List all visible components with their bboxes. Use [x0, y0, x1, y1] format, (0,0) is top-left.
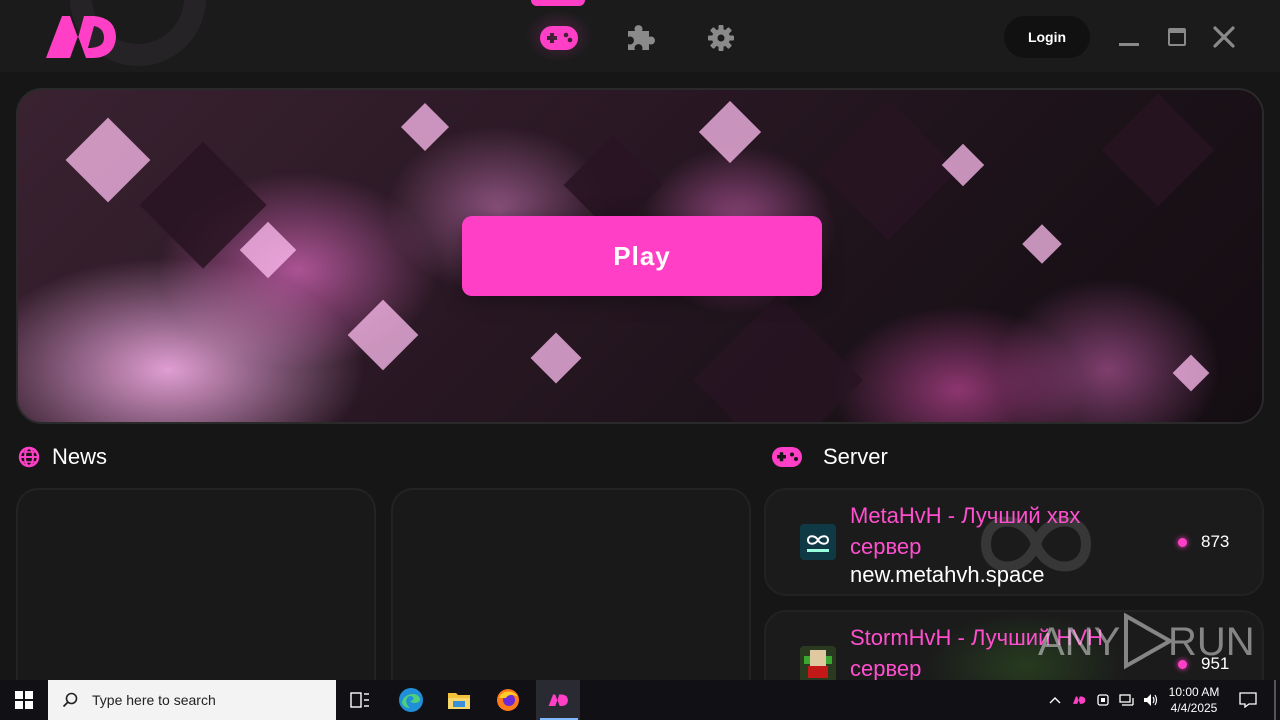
folder-icon: [448, 693, 470, 709]
banner-art-shard: [698, 100, 762, 164]
clock-date: 4/4/2025: [1170, 701, 1218, 715]
server-name: MetaHvH - Лучший хвх сервер: [850, 503, 1081, 559]
metahvh-logo-icon: [800, 524, 836, 560]
taskbar-launcher-app[interactable]: [536, 680, 580, 720]
banner-art-shard: [1022, 224, 1062, 264]
banner-art-shard: [347, 299, 419, 371]
tray-network[interactable]: [1116, 680, 1138, 720]
tray-device[interactable]: [1092, 680, 1114, 720]
search-icon: [62, 692, 78, 708]
server-address: new.metahvh.space: [850, 562, 1045, 587]
top-bar: Login: [0, 0, 1280, 72]
maximize-button[interactable]: [1164, 24, 1190, 50]
firefox-icon: [497, 689, 519, 711]
banner-art-shard: [817, 99, 959, 241]
online-count-value: 951: [1201, 654, 1230, 673]
news-card[interactable]: [16, 488, 376, 680]
banner-art-shard: [1101, 93, 1215, 207]
start-button[interactable]: [0, 680, 48, 720]
app-logo: [0, 0, 210, 72]
nd-logo-icon: [46, 16, 116, 58]
online-dot-icon: [1178, 659, 1187, 669]
news-title: News: [52, 444, 108, 469]
play-button[interactable]: Play: [462, 216, 822, 296]
task-view-icon: [350, 692, 369, 708]
close-icon: [1213, 26, 1235, 48]
tray-launcher[interactable]: [1068, 680, 1090, 720]
stormhvh-logo-icon: [800, 646, 836, 680]
server-title: Server: [823, 444, 888, 469]
gear-icon: [708, 25, 734, 51]
windows-taskbar: 10:00 AM 4/4/2025: [0, 680, 1280, 720]
show-desktop-divider[interactable]: [1274, 680, 1276, 720]
tab-settings[interactable]: [699, 18, 743, 58]
server-online-count: 873: [1178, 532, 1229, 552]
minimize-icon: [1119, 43, 1139, 46]
tray-volume[interactable]: [1140, 680, 1162, 720]
login-button[interactable]: Login: [1004, 16, 1090, 58]
puzzle-icon: [628, 25, 655, 50]
banner-art-shard: [1172, 354, 1210, 392]
tray-clock[interactable]: 10:00 AM 4/4/2025: [1164, 680, 1224, 720]
search-input[interactable]: [92, 692, 322, 708]
server-card-stormhvh[interactable]: StormHvH - Лучший HVH сервер 951: [764, 610, 1264, 680]
maximize-icon: [1168, 28, 1186, 46]
windows-logo-icon: [15, 691, 33, 709]
taskbar-file-explorer[interactable]: [438, 680, 480, 720]
globe-icon: [18, 446, 40, 468]
launcher-window: Login Play News Server MetaHvH - Лучший …: [0, 0, 1280, 680]
tab-games[interactable]: [525, 0, 593, 62]
server-online-count: 951: [1178, 654, 1229, 674]
online-dot-icon: [1178, 537, 1187, 547]
minimize-button[interactable]: [1116, 24, 1142, 50]
task-view-button[interactable]: [340, 680, 380, 720]
network-icon: [1119, 694, 1134, 706]
chevron-up-icon: [1049, 697, 1061, 704]
gamepad-icon: [772, 447, 802, 467]
notification-icon: [1239, 692, 1257, 708]
taskbar-search[interactable]: [48, 680, 336, 720]
server-name: StormHvH - Лучший HVH сервер: [850, 625, 1103, 680]
close-button[interactable]: [1211, 24, 1237, 50]
server-card-metahvh[interactable]: MetaHvH - Лучший хвх сервер new.metahvh.…: [764, 488, 1264, 596]
banner-art-shard: [65, 117, 151, 203]
online-count-value: 873: [1201, 532, 1230, 551]
banner-art-shard: [530, 332, 582, 384]
server-heading: Server: [771, 444, 888, 470]
banner-art-shard: [693, 295, 863, 422]
news-card[interactable]: [391, 488, 751, 680]
taskbar-firefox[interactable]: [487, 680, 529, 720]
edge-browser-icon: [399, 688, 423, 712]
show-hidden-icons-button[interactable]: [1044, 680, 1066, 720]
hero-banner: Play: [16, 88, 1264, 424]
clock-time: 10:00 AM: [1168, 685, 1220, 699]
tab-mods[interactable]: [618, 18, 662, 58]
notifications-button[interactable]: [1234, 680, 1262, 720]
taskbar-edge[interactable]: [390, 680, 432, 720]
banner-art-shard: [400, 102, 450, 152]
banner-art-shard: [239, 221, 297, 279]
gamepad-icon: [540, 26, 578, 50]
news-heading: News: [18, 444, 107, 470]
volume-icon: [1144, 694, 1158, 706]
nd-logo-icon: [1073, 696, 1086, 704]
device-icon: [1097, 694, 1109, 706]
nd-logo-icon: [548, 694, 568, 707]
